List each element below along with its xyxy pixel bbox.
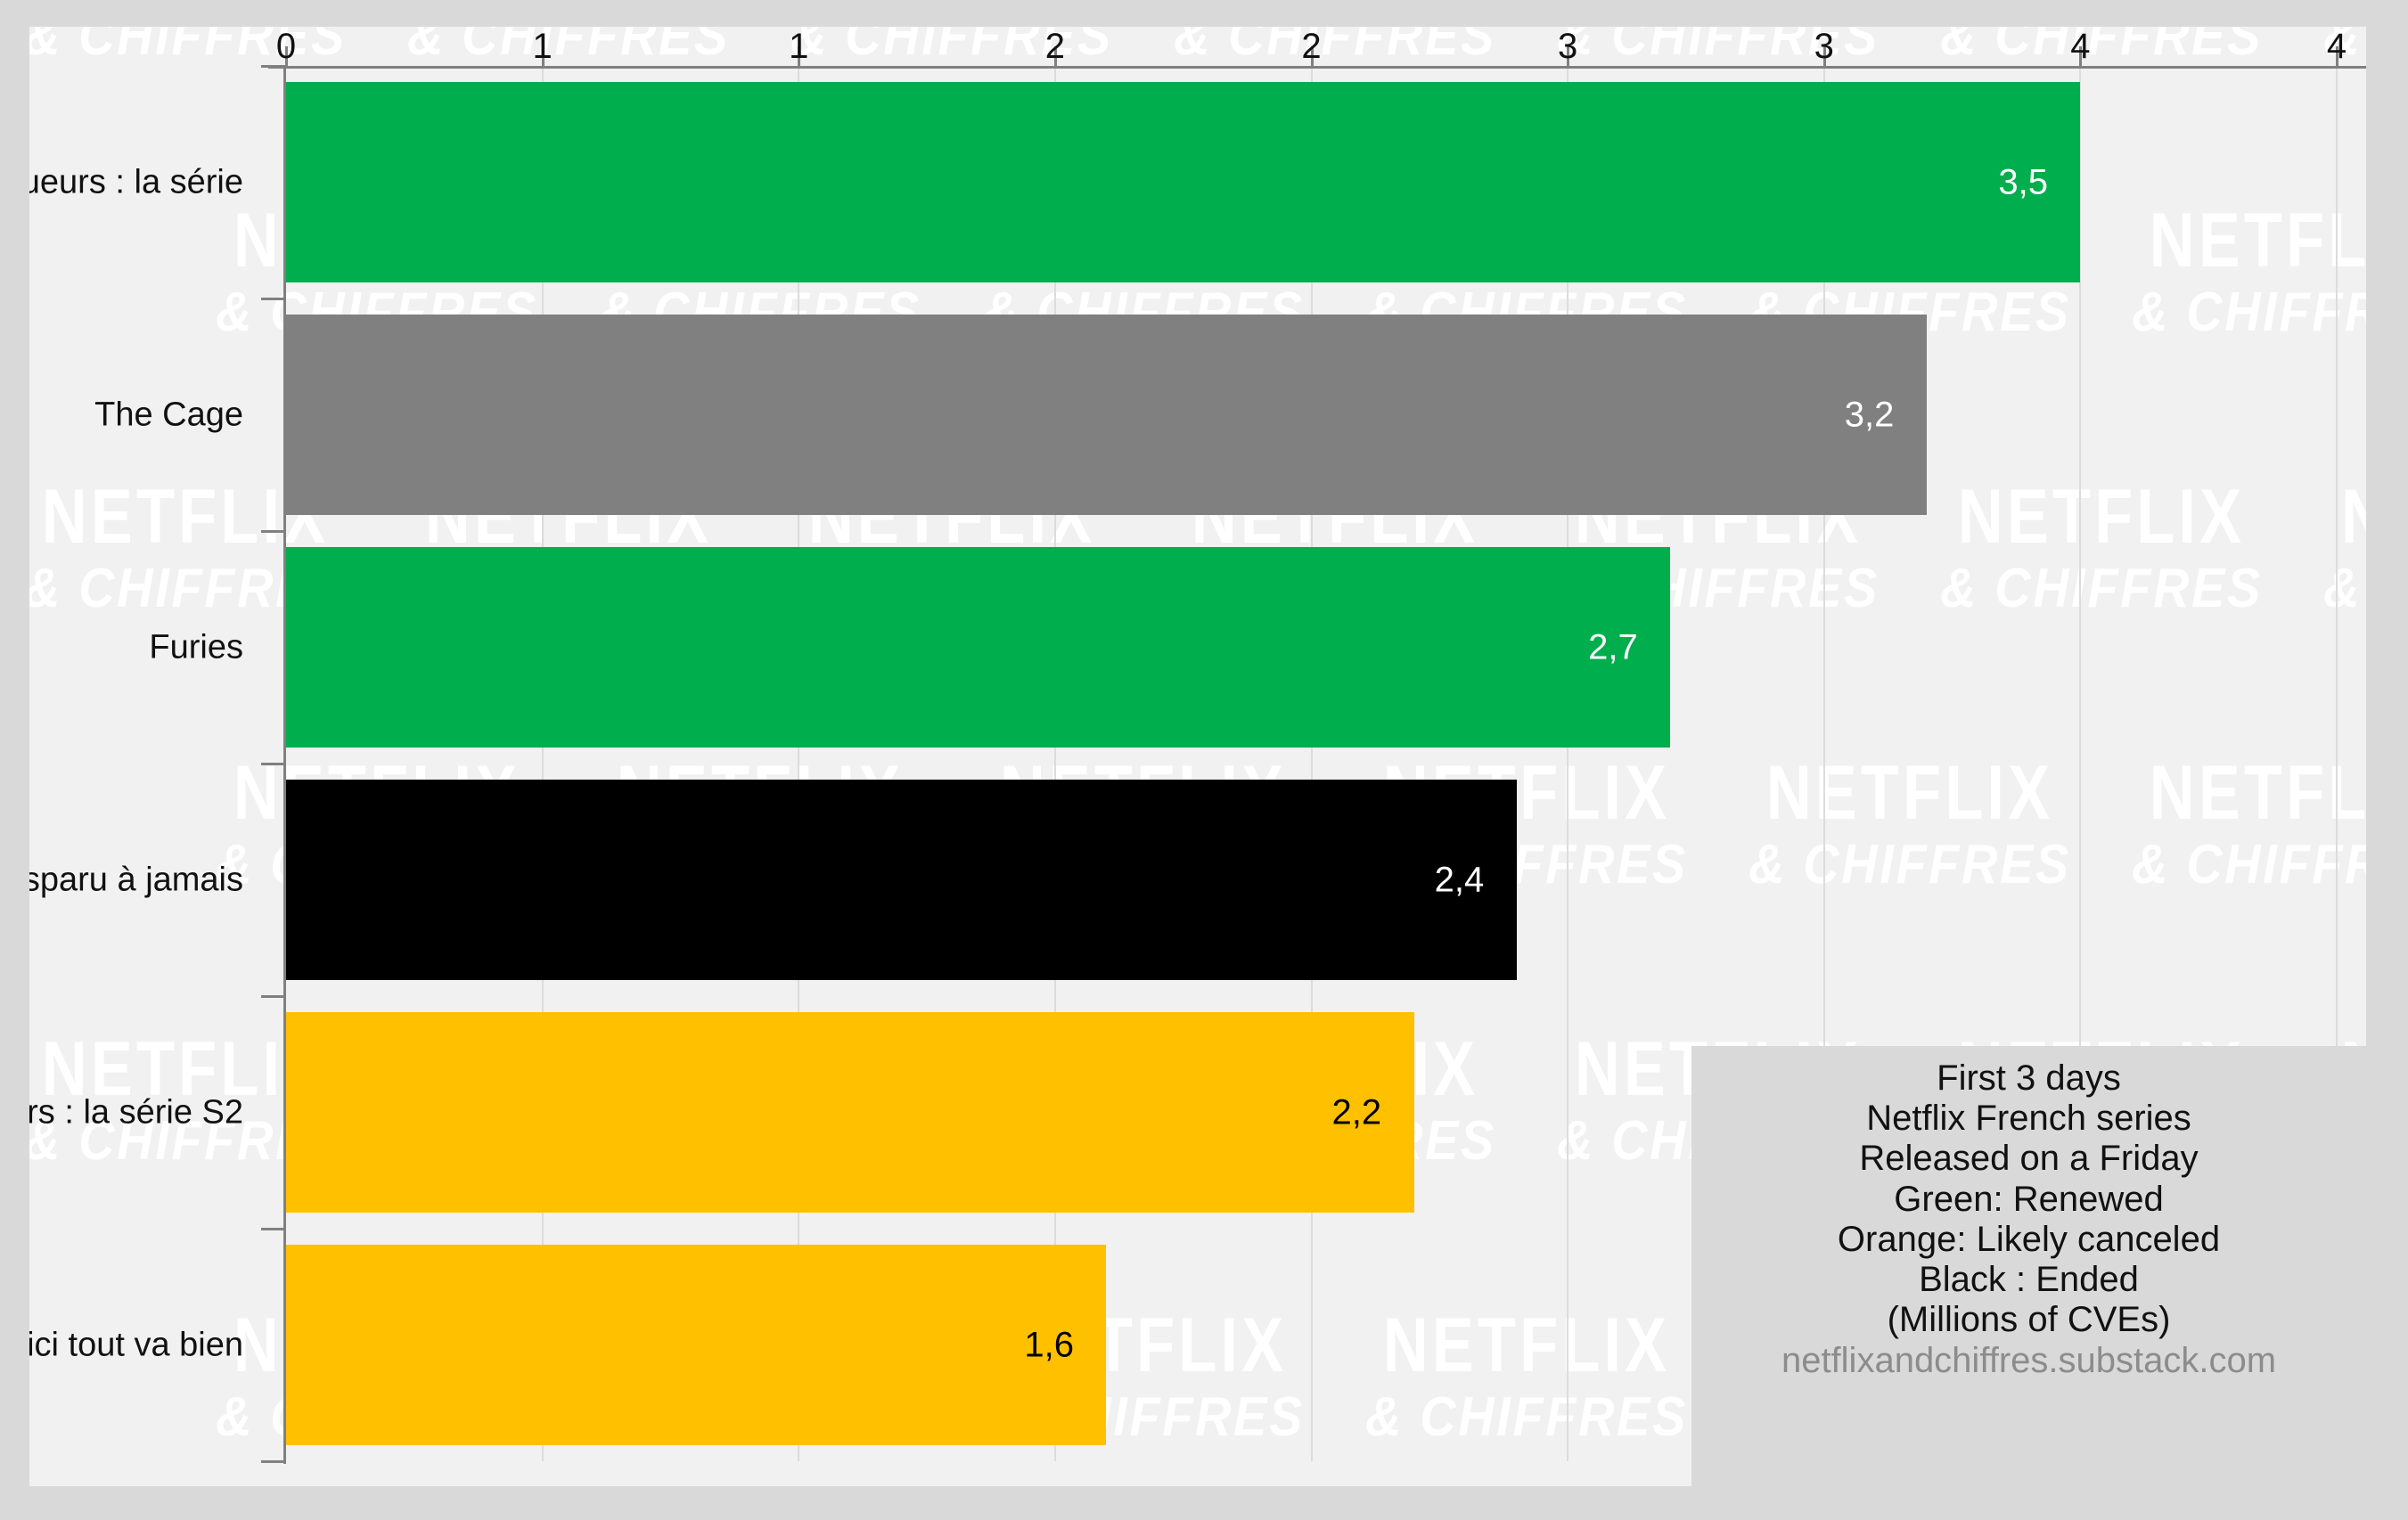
bar[interactable] xyxy=(286,1011,1414,1214)
bar-value-label: 3,5 xyxy=(1998,162,2048,201)
category-label: Furies xyxy=(149,628,243,666)
x-tick-label: 3 xyxy=(1558,27,1578,66)
legend-line-6: (Millions of CVEs) xyxy=(1887,1300,2171,1340)
chart-frame: NETFLIX& CHIFFRESNETFLIX& CHIFFRESNETFLI… xyxy=(0,0,2408,1520)
legend-source-url[interactable]: netflixandchiffres.substack.com xyxy=(1708,1340,2350,1381)
bar[interactable] xyxy=(286,1244,1107,1446)
x-tick-label: 2 xyxy=(1044,27,1065,66)
x-tick-label: 4 xyxy=(2326,27,2347,66)
category-label: Jusqu'ici tout va bien xyxy=(29,1326,243,1363)
bar[interactable] xyxy=(286,779,1517,981)
y-tick-mark xyxy=(261,298,286,300)
y-tick-mark xyxy=(261,530,286,533)
bar-value-label: 2,2 xyxy=(1331,1092,1382,1132)
legend-line-1: Netflix French series xyxy=(1866,1099,2191,1139)
category-label: The Cage xyxy=(94,396,243,433)
bar-value-label: 1,6 xyxy=(1024,1325,1074,1364)
bar[interactable] xyxy=(286,314,1927,516)
legend-line-3: Green: Renewed xyxy=(1894,1179,2164,1219)
category-label: Disparu à jamais xyxy=(29,861,243,898)
y-tick-mark xyxy=(261,995,286,998)
legend-line-0: First 3 days xyxy=(1937,1058,2121,1098)
bar[interactable] xyxy=(286,546,1671,748)
bar-value-label: 2,7 xyxy=(1588,627,1638,666)
x-tick-label: 1 xyxy=(789,27,809,66)
y-tick-mark xyxy=(261,1228,286,1230)
x-tick-label: 3 xyxy=(1814,27,1834,66)
legend-line-5: Black : Ended xyxy=(1919,1259,2139,1299)
legend-line-2: Released on a Friday xyxy=(1859,1139,2199,1179)
x-tick-label: 1 xyxy=(532,27,553,66)
y-tick-mark xyxy=(261,763,286,765)
legend-line-4: Orange: Likely canceled xyxy=(1837,1219,2221,1259)
category-label: Braqueurs : la série S2 xyxy=(29,1093,243,1131)
legend-annotation-box: First 3 days Netflix French series Release… xyxy=(1691,1046,2366,1486)
x-tick-label: 2 xyxy=(1301,27,1322,66)
category-label: Braqueurs : la série xyxy=(29,163,243,200)
x-tick-label: 4 xyxy=(2070,27,2091,66)
bar[interactable] xyxy=(286,81,2081,283)
x-tick-label: 0 xyxy=(275,27,297,66)
y-tick-mark xyxy=(261,1460,286,1463)
chart-figure: NETFLIX& CHIFFRESNETFLIX& CHIFFRESNETFLI… xyxy=(29,27,2366,1486)
bar-value-label: 2,4 xyxy=(1434,860,1485,899)
bar-value-label: 3,2 xyxy=(1844,395,1895,434)
